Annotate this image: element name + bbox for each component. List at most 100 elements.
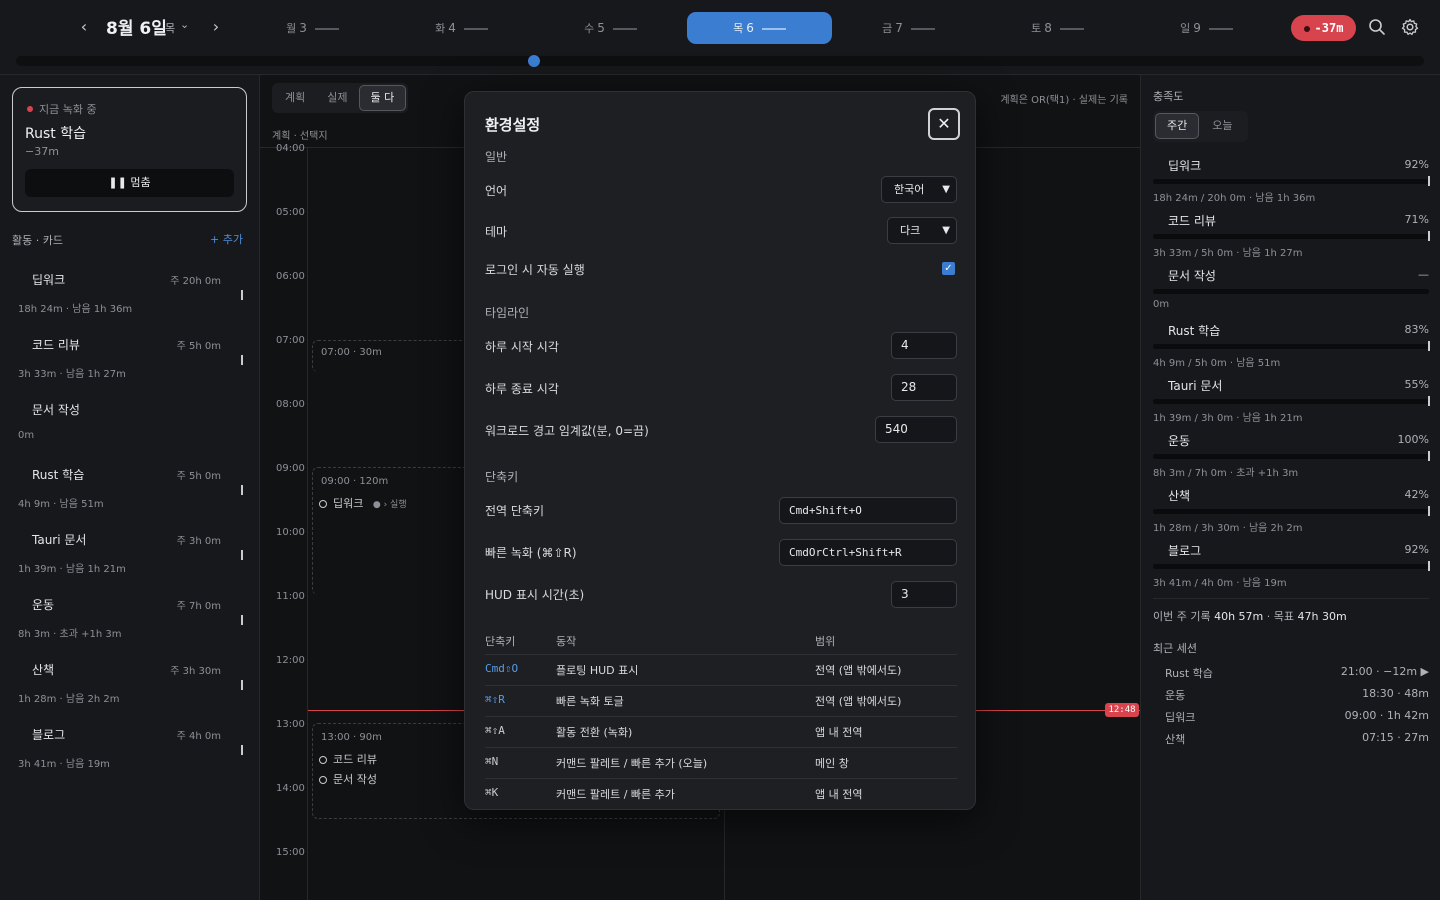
day-weekday: 토 (1031, 22, 1042, 35)
language-select[interactable]: 한국어 ▼ (881, 176, 957, 203)
activity-handle[interactable] (241, 745, 243, 755)
activity-card[interactable]: Tauri 문서 주 3h 0m 1h 39m · 남음 1h 21m (0, 517, 259, 582)
tab-weekly[interactable]: 주간 (1155, 113, 1200, 139)
fulfillment-row[interactable]: 블로그 92% 3h 41m / 4h 0m · 남음 19m (1141, 538, 1440, 593)
plan-block[interactable]: 09:00 · 120m 딥워크 ● › 실행 (312, 467, 472, 595)
search-icon[interactable] (1367, 17, 1387, 37)
workload-warning-input[interactable]: 540 (875, 416, 957, 443)
hour-label: 15:00 (276, 847, 305, 858)
activity-handle[interactable] (241, 290, 243, 300)
activity-card[interactable]: 코드 리뷰 주 5h 0m 3h 33m · 남음 1h 27m (0, 322, 259, 387)
time-axis-line (307, 148, 308, 900)
day-tab-sun[interactable]: 일9 (1134, 12, 1279, 44)
session-name: 운동 (1165, 689, 1186, 702)
recording-dot-icon (1303, 25, 1310, 32)
session-item[interactable]: 딥워크 09:00 · 1h 42m (1165, 709, 1429, 725)
period-toggle: 주간 오늘 (1153, 111, 1248, 142)
day-tab-thu[interactable]: 목6 (687, 12, 832, 44)
day-weekday: 화 (435, 22, 446, 35)
quick-record-input[interactable]: CmdOrCtrl+Shift+R (779, 539, 957, 566)
overtime-badge[interactable]: -37m (1291, 15, 1356, 41)
tab-plan[interactable]: 계획 (274, 85, 316, 111)
autostart-checkbox[interactable]: ✓ (942, 262, 955, 275)
day-tab-wed[interactable]: 수5 (538, 12, 683, 44)
session-item[interactable]: Rust 학습 21:00 · −12m ▶ (1165, 665, 1429, 681)
activity-handle[interactable] (241, 615, 243, 625)
activity-card[interactable]: 문서 작성 0m (0, 387, 259, 452)
fulfillment-bar (1153, 509, 1429, 514)
fulfillment-row[interactable]: Tauri 문서 55% 1h 39m / 3h 0m · 남음 1h 21m (1141, 373, 1440, 428)
activity-progress-text: 1h 28m · 남음 2h 2m (18, 694, 120, 705)
activity-handle[interactable] (241, 485, 243, 495)
day-load-bar (1208, 28, 1233, 30)
recording-dot-icon (27, 106, 33, 112)
gear-icon[interactable] (1400, 17, 1420, 37)
activity-handle[interactable] (241, 680, 243, 690)
day-end-input[interactable]: 28 (891, 374, 957, 401)
day-tab-sat[interactable]: 토8 (985, 12, 1130, 44)
right-sidebar: 충족도 주간 오늘 딥워크 92% 18h 24m / 20h 0m · 남음 1… (1140, 75, 1440, 900)
fulfillment-row[interactable]: Rust 학습 83% 4h 9m / 5h 0m · 남음 51m (1141, 318, 1440, 373)
recording-elapsed: −37m (25, 145, 59, 158)
section-general: 일반 (485, 150, 508, 164)
chevron-down-icon: ▼ (942, 225, 950, 236)
shortcut-key: Cmd⇧O (485, 662, 519, 675)
run-badge[interactable]: ● › 실행 (373, 500, 407, 510)
theme-select[interactable]: 다크 ▼ (887, 217, 957, 244)
fulfillment-detail: 3h 33m / 5h 0m · 남음 1h 27m (1153, 248, 1303, 259)
table-header-key: 단축키 (485, 635, 516, 648)
session-value: 07:15 · 27m (1362, 731, 1429, 744)
activity-handle[interactable] (241, 355, 243, 365)
tab-actual[interactable]: 실제 (316, 85, 358, 111)
session-item[interactable]: 운동 18:30 · 48m (1165, 687, 1429, 703)
add-activity-button[interactable]: + 추가 (210, 231, 243, 247)
day-load-bar (1059, 28, 1084, 30)
tab-today[interactable]: 오늘 (1201, 113, 1243, 139)
recent-sessions-title: 최근 세션 (1153, 642, 1197, 655)
activity-card[interactable]: Rust 학습 주 5h 0m 4h 9m · 남음 51m (0, 452, 259, 517)
stop-recording-button[interactable]: ❚❚ 멈춤 (25, 169, 234, 197)
fulfillment-name: Tauri 문서 (1168, 379, 1223, 393)
goal-label: 목표 (1273, 610, 1295, 623)
activity-handle[interactable] (241, 550, 243, 560)
activity-card[interactable]: 딥워크 주 20h 0m 18h 24m · 남음 1h 36m (0, 257, 259, 322)
activity-card[interactable]: 운동 주 7h 0m 8h 3m · 초과 +1h 3m (0, 582, 259, 647)
fulfillment-bar-fill (1153, 454, 1429, 459)
day-number: 7 (895, 21, 903, 35)
block-item[interactable]: 코드 리뷰 (319, 751, 377, 767)
session-item[interactable]: 산책 07:15 · 27m (1165, 731, 1429, 747)
next-day-button[interactable]: › (206, 17, 226, 37)
day-load-bar (463, 28, 488, 30)
day-tab-fri[interactable]: 금7 (836, 12, 981, 44)
activity-card[interactable]: 블로그 주 4h 0m 3h 41m · 남음 19m (0, 712, 259, 777)
shortcut-key: ⌘⇧A (485, 724, 505, 737)
hud-duration-input[interactable]: 3 (891, 581, 957, 608)
block-item[interactable]: 문서 작성 (319, 771, 377, 787)
day-start-input[interactable]: 4 (891, 332, 957, 359)
activity-card[interactable]: 산책 주 3h 30m 1h 28m · 남음 2h 2m (0, 647, 259, 712)
day-tab-mon[interactable]: 월3 (240, 12, 385, 44)
fulfillment-row[interactable]: 문서 작성 — 0m (1141, 263, 1440, 318)
day-progress-track[interactable] (16, 55, 1424, 67)
fulfillment-bar-end (1428, 231, 1430, 241)
tab-both[interactable]: 둘 다 (358, 85, 407, 111)
chevron-down-icon[interactable]: ⌄ (180, 18, 189, 31)
activity-name: Rust 학습 (32, 468, 85, 482)
fulfillment-name: 운동 (1168, 434, 1191, 448)
current-date[interactable]: 8월 6일 (106, 14, 167, 39)
close-button[interactable]: ✕ (928, 108, 960, 140)
plan-block[interactable]: 07:00 · 30m (312, 340, 472, 372)
global-shortcut-input[interactable]: Cmd+Shift+O (779, 497, 957, 524)
fulfillment-row[interactable]: 산책 42% 1h 28m / 3h 30m · 남음 2h 2m (1141, 483, 1440, 538)
day-tab-tue[interactable]: 화4 (389, 12, 534, 44)
prev-day-button[interactable]: ‹ (74, 17, 94, 37)
radio-icon (319, 756, 327, 764)
goal-value: 47h 30m (1297, 610, 1347, 623)
fulfillment-row[interactable]: 코드 리뷰 71% 3h 33m / 5h 0m · 남음 1h 27m (1141, 208, 1440, 263)
fulfillment-row[interactable]: 운동 100% 8h 3m / 7h 0m · 초과 +1h 3m (1141, 428, 1440, 483)
day-progress-knob[interactable] (528, 55, 540, 67)
fulfillment-detail: 0m (1153, 299, 1170, 310)
block-item-label: 문서 작성 (333, 773, 377, 786)
block-item[interactable]: 딥워크 ● › 실행 (319, 495, 407, 511)
fulfillment-row[interactable]: 딥워크 92% 18h 24m / 20h 0m · 남음 1h 36m (1141, 153, 1440, 208)
